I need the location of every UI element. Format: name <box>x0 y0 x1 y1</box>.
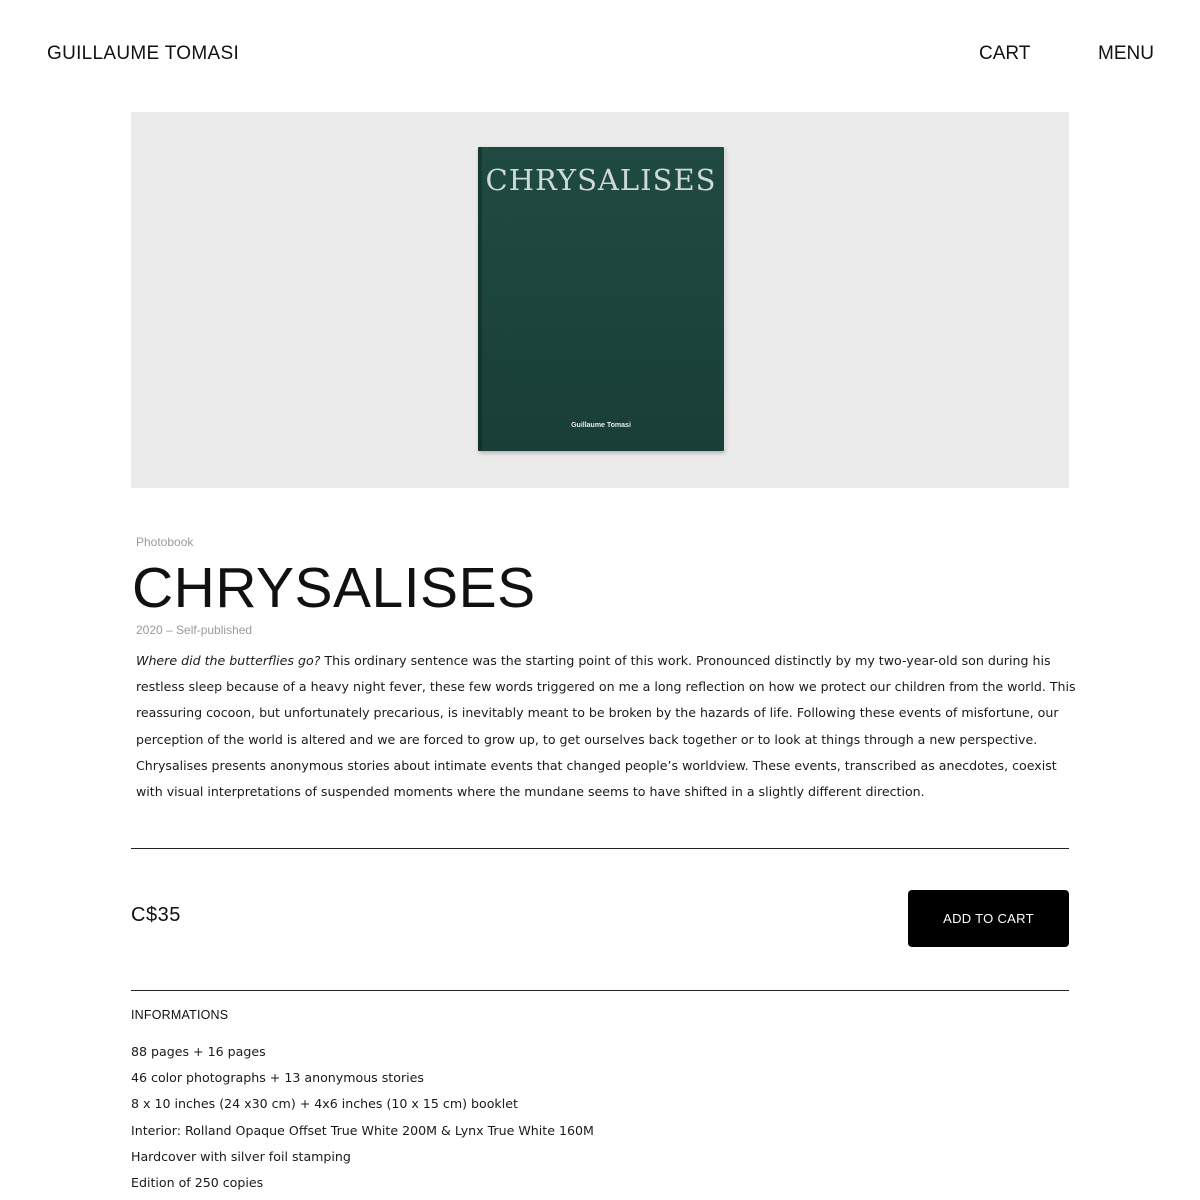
product-description: Where did the butterflies go? This ordin… <box>136 648 1076 805</box>
book-cover-photo: CHRYSALISES Guillaume Tomasi <box>478 147 727 451</box>
info-item: 46 color photographs + 13 anonymous stor… <box>131 1070 424 1086</box>
divider-bottom <box>131 990 1069 991</box>
info-item: 88 pages + 16 pages <box>131 1044 266 1059</box>
description-lead: Where did the butterflies go? <box>136 653 321 668</box>
product-title: CHRYSALISES <box>132 556 536 620</box>
description-body: This ordinary sentence was the starting … <box>136 653 1076 800</box>
informations-list: 88 pages + 16 pages 46 color photographs… <box>131 1039 594 1196</box>
divider-top <box>131 848 1069 849</box>
informations-heading: INFORMATIONS <box>131 1008 229 1022</box>
product-image: CHRYSALISES Guillaume Tomasi <box>131 112 1069 488</box>
book-page-edge <box>724 149 727 449</box>
nav-menu-button[interactable]: MENU <box>1098 43 1154 65</box>
product-meta: 2020 – Self-published <box>136 623 253 637</box>
info-item: Interior: Rolland Opaque Offset True Whi… <box>131 1122 594 1138</box>
add-to-cart-button[interactable]: ADD TO CART <box>908 890 1069 947</box>
product-category: Photobook <box>136 535 194 549</box>
site-logo-link[interactable]: GUILLAUME TOMASI <box>47 43 239 65</box>
info-item: Hardcover with silver foil stamping <box>131 1148 351 1164</box>
info-item: 8 x 10 inches (24 x30 cm) + 4x6 inches (… <box>131 1096 518 1112</box>
book-cover-author: Guillaume Tomasi <box>571 422 631 429</box>
book-cover-title: CHRYSALISES <box>485 163 717 197</box>
info-item: Edition of 250 copies <box>131 1174 264 1190</box>
product-page: GUILLAUME TOMASI CART MENU CHRYSALISES G… <box>0 0 1200 1200</box>
site-header: GUILLAUME TOMASI CART MENU <box>0 0 1200 110</box>
nav-cart-link[interactable]: CART <box>979 43 1030 65</box>
product-price: C$35 <box>131 904 181 926</box>
